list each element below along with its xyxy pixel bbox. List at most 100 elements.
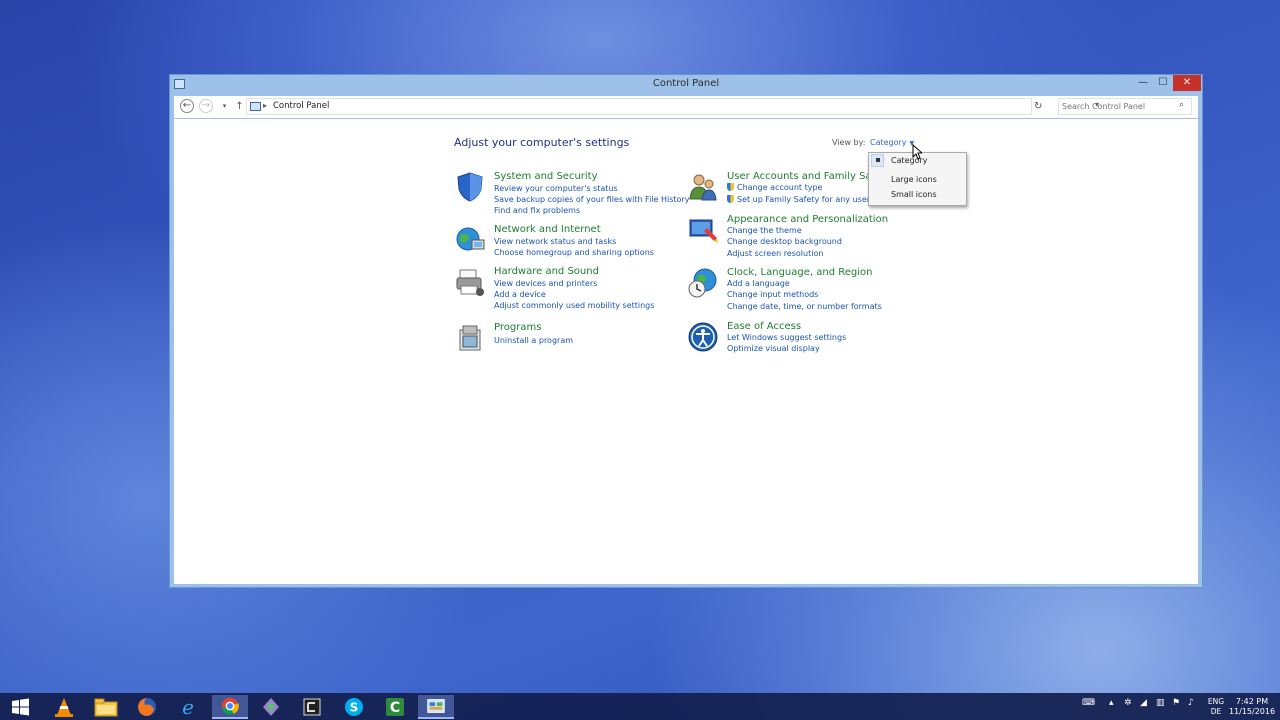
taskbar: e S C ⌨ ▴ ✲ ◢ ▥ ⚑ ♪ ENG DE 7:42 PM 11/15/2… [0,693,1280,720]
network-internet-link[interactable]: Network and Internet [494,224,601,235]
change-date-time-formats-link[interactable]: Change date, time, or number formats [727,302,882,311]
family-safety-label: Set up Family Safety for any user [737,195,871,204]
view-by-dropdown[interactable]: Category ▼ [870,138,914,147]
firefox-icon[interactable] [129,695,165,719]
view-network-status-link[interactable]: View network status and tasks [494,237,616,246]
svg-text:S: S [350,701,359,715]
action-center-icon[interactable]: ⚑ [1172,698,1180,708]
category-appearance: Appearance and Personalization Change th… [687,214,907,262]
clock-time: 7:42 PM [1235,697,1269,706]
clock-globe-icon [688,268,717,298]
windows-suggest-settings-link[interactable]: Let Windows suggest settings [727,333,846,342]
view-by-value: Category [870,138,907,147]
change-account-type-link[interactable]: Change account type [727,183,822,192]
category-network-internet: Network and Internet View network status… [454,224,674,260]
volume-icon[interactable]: ♪ [1188,698,1194,708]
optimize-visual-display-link[interactable]: Optimize visual display [727,344,820,353]
breadcrumb-control-panel[interactable]: Control Panel [273,101,329,111]
file-explorer-icon[interactable] [88,695,124,719]
file-history-link[interactable]: Save backup copies of your files with Fi… [494,195,689,204]
mouse-cursor-icon [912,144,922,160]
forward-button[interactable]: → [199,99,213,113]
change-desktop-background-link[interactable]: Change desktop background [727,237,842,246]
appearance-personalization-link[interactable]: Appearance and Personalization [727,214,888,225]
svg-text:C: C [390,700,400,716]
up-button[interactable]: ↑ [232,99,247,114]
content-area: Adjust your computer's settings View by:… [174,119,1198,584]
hardware-sound-link[interactable]: Hardware and Sound [494,266,599,277]
appearance-icon [689,219,718,243]
control-panel-window: Control Panel — ☐ ✕ ← → ▾ ↑ ▸ Control Pa… [169,74,1203,588]
control-panel-icon [250,102,261,111]
homegroup-sharing-link[interactable]: Choose homegroup and sharing options [494,248,654,257]
adjust-resolution-link[interactable]: Adjust screen resolution [727,249,823,258]
skype-icon[interactable]: S [336,695,372,719]
add-device-link[interactable]: Add a device [494,290,546,299]
clock-date: 11/15/2016 [1228,707,1276,716]
uac-shield-icon [727,195,734,203]
change-account-type-label: Change account type [737,183,823,192]
mobility-settings-link[interactable]: Adjust commonly used mobility settings [494,301,654,310]
change-theme-link[interactable]: Change the theme [727,226,802,235]
view-by-label: View by: [832,138,866,147]
tray-app-icon[interactable]: ✲ [1124,698,1132,708]
back-button[interactable]: ← [180,99,194,113]
family-safety-link[interactable]: Set up Family Safety for any user [727,195,870,204]
minimize-button[interactable]: — [1135,75,1151,91]
signal-icon[interactable]: ◢ [1140,698,1147,708]
devices-printers-link[interactable]: View devices and printers [494,279,597,288]
refresh-icon[interactable]: ↻ [1034,101,1042,112]
printer-icon [456,269,484,296]
clock-language-region-link[interactable]: Clock, Language, and Region [727,267,872,278]
change-input-methods-link[interactable]: Change input methods [727,290,818,299]
recent-locations-button[interactable]: ▾ [217,99,232,114]
navigation-bar: ← → ▾ ↑ ▸ Control Panel ▾ ↻ ⌕ [174,96,1198,118]
keyboard-icon[interactable]: ⌨ [1082,698,1095,708]
user-accounts-link[interactable]: User Accounts and Family Safety [727,171,891,182]
show-hidden-icons-icon[interactable]: ▴ [1109,698,1114,708]
app-icon[interactable] [253,695,289,719]
terminal-icon[interactable] [294,695,330,719]
category-programs: Programs Uninstall a program [454,322,674,354]
review-status-link[interactable]: Review your computer's status [494,184,618,193]
close-button[interactable]: ✕ [1173,75,1201,91]
search-box[interactable]: ⌕ [1058,98,1192,115]
category-ease-of-access: Ease of Access Let Windows suggest setti… [687,321,907,357]
menu-item-label: Category [891,156,928,165]
svg-text:e: e [182,695,194,719]
bullet-icon [876,158,880,162]
input-language-indicator[interactable]: ENG DE [1206,697,1226,717]
internet-explorer-icon[interactable]: e [170,695,206,719]
shield-icon [457,172,483,202]
category-clock-language: Clock, Language, and Region Add a langua… [687,267,907,315]
menu-item-small-icons[interactable]: Small icons [869,187,966,202]
camtasia-icon[interactable]: C [377,695,413,719]
breadcrumb-separator-icon[interactable]: ▸ [263,101,267,110]
clock[interactable]: 7:42 PM 11/15/2016 [1228,697,1276,717]
maximize-button[interactable]: ☐ [1155,75,1171,91]
title-bar[interactable]: Control Panel — ☐ ✕ [170,75,1202,95]
category-hardware-sound: Hardware and Sound View devices and prin… [454,266,674,314]
users-icon [689,174,717,201]
window-title: Control Panel [652,78,720,89]
menu-item-large-icons[interactable]: Large icons [869,172,966,187]
system-security-link[interactable]: System and Security [494,171,598,182]
start-icon[interactable] [2,695,38,719]
chrome-icon[interactable] [212,695,248,719]
category-system-security: System and Security Review your computer… [454,171,689,219]
keyboard-layout-code: DE [1210,707,1222,716]
search-icon[interactable]: ⌕ [1179,100,1184,110]
uninstall-program-link[interactable]: Uninstall a program [494,336,573,345]
add-language-link[interactable]: Add a language [727,279,790,288]
ease-of-access-icon [688,322,718,352]
address-box[interactable]: ▸ Control Panel ▾ [246,98,1099,115]
programs-link[interactable]: Programs [494,322,541,333]
search-input[interactable] [1062,100,1172,113]
network-icon[interactable]: ▥ [1156,698,1165,708]
vlc-icon[interactable] [46,695,82,719]
control-panel-icon[interactable] [418,695,454,719]
programs-icon [459,325,481,351]
find-fix-problems-link[interactable]: Find and fix problems [494,206,580,215]
menu-item-label: Large icons [891,175,937,184]
ease-of-access-link[interactable]: Ease of Access [727,321,801,332]
